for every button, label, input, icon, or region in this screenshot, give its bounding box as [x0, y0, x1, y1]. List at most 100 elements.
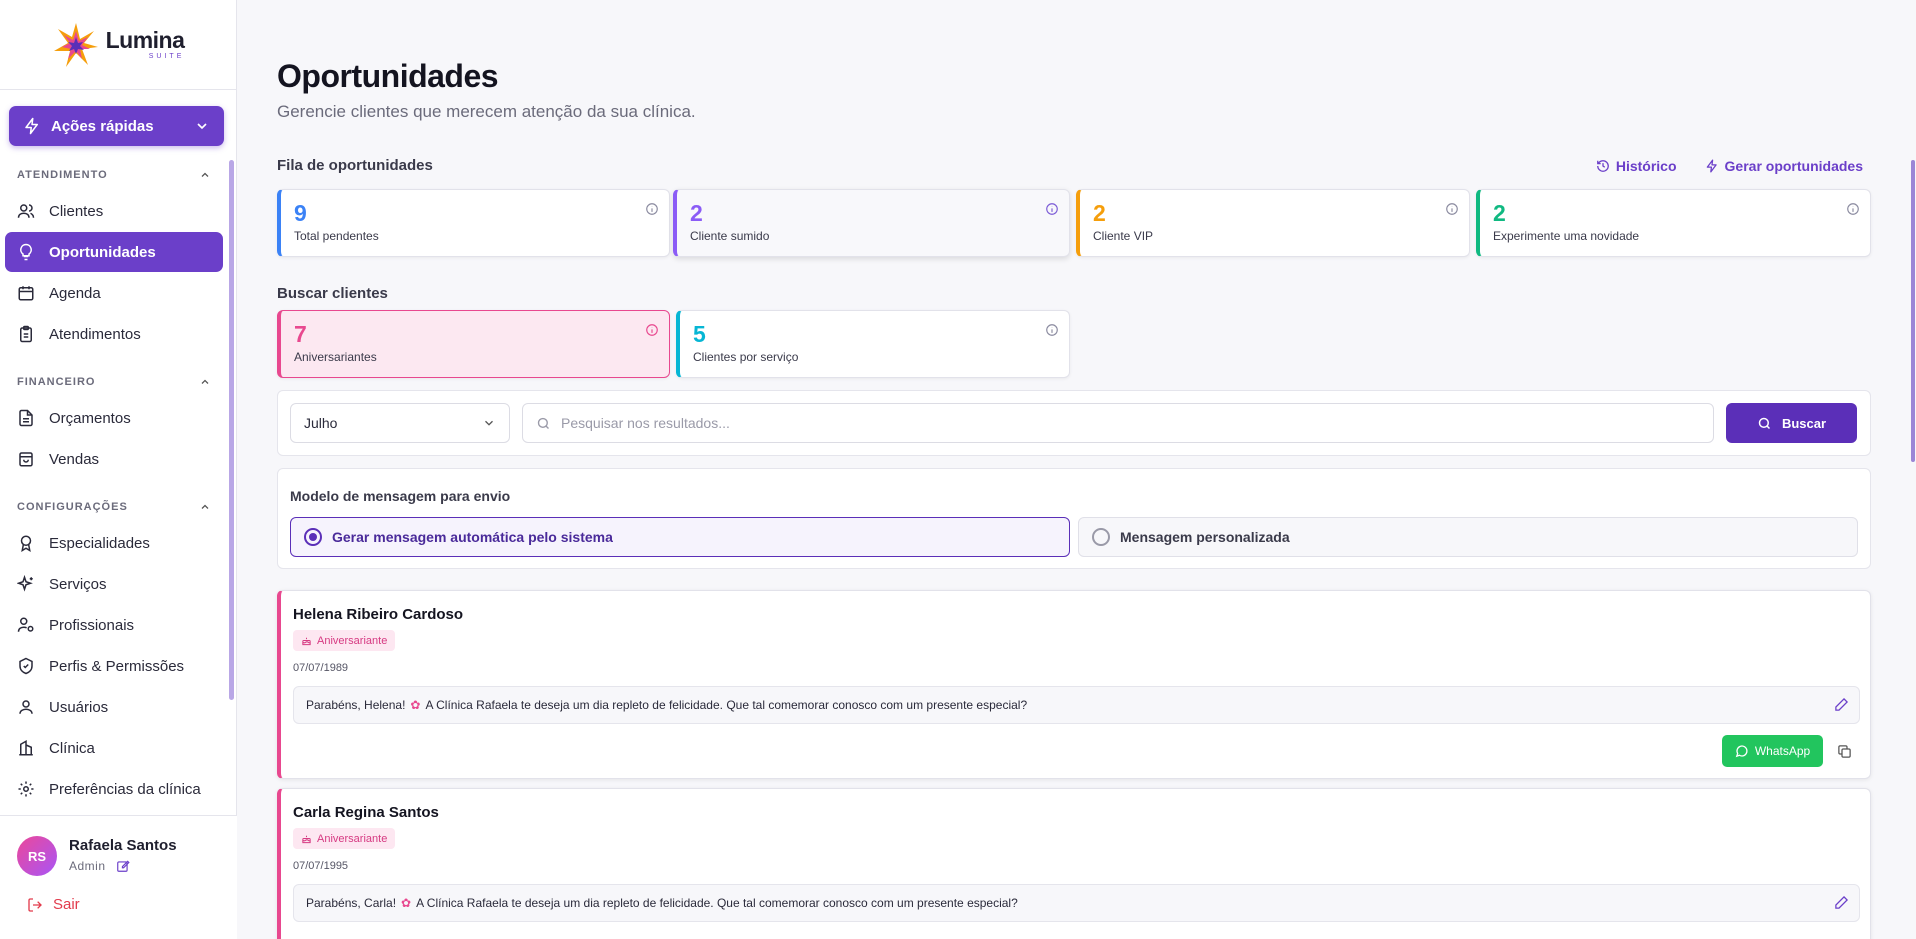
sidebar-item-label: Especialidades	[49, 534, 150, 552]
client-card: Carla Regina Santos Aniversariante 07/07…	[277, 788, 1871, 939]
stat-value: 2	[1093, 200, 1106, 226]
search-clients-label: Buscar clientes	[277, 285, 388, 302]
sidebar-item-perfis[interactable]: Perfis & Permissões	[5, 646, 223, 686]
sidebar-nav: ATENDIMENTO Clientes Oportunidades Agend…	[0, 160, 228, 815]
cake-icon	[302, 637, 311, 646]
sidebar-item-clinica[interactable]: Clínica	[5, 728, 223, 768]
shopping-bag-icon	[19, 452, 33, 467]
logout-button[interactable]: Sair	[27, 896, 80, 913]
sidebar-item-especialidades[interactable]: Especialidades	[5, 523, 223, 563]
sidebar-item-label: Agenda	[49, 284, 101, 302]
sidebar-item-oportunidades[interactable]: Oportunidades	[5, 232, 223, 272]
client-birthdate: 07/07/1995	[293, 860, 349, 872]
birthday-badge: Aniversariante	[293, 828, 396, 849]
stat-value: 5	[693, 321, 706, 347]
sidebar-item-label: Perfis & Permissões	[49, 657, 185, 675]
sidebar-item-vendas[interactable]: Vendas	[5, 439, 223, 479]
edit-message-icon[interactable]	[1834, 697, 1849, 712]
stat-value: 9	[294, 200, 307, 226]
whatsapp-icon	[1735, 745, 1748, 758]
sidebar: Lumina SUITE Ações rápidas ATENDIMENTO C…	[0, 0, 237, 939]
stat-cliente-sumido[interactable]: 2 Cliente sumido	[673, 189, 1070, 257]
message-body: A Clínica Rafaela te deseja um dia reple…	[416, 896, 1018, 910]
client-name: Carla Regina Santos	[293, 804, 439, 821]
info-icon[interactable]	[645, 202, 659, 216]
sidebar-item-label: Vendas	[49, 450, 100, 468]
sidebar-item-atendimentos[interactable]: Atendimentos	[5, 314, 223, 354]
sidebar-item-clientes[interactable]: Clientes	[5, 191, 223, 231]
sidebar-item-agenda[interactable]: Agenda	[5, 273, 223, 313]
message-body: A Clínica Rafaela te deseja um dia reple…	[425, 698, 1028, 712]
stat-experimente-novidade[interactable]: 2 Experimente uma novidade	[1476, 189, 1871, 257]
client-card: Helena Ribeiro Cardoso Aniversariante 07…	[277, 590, 1871, 779]
user-role-row: Admin	[69, 859, 130, 873]
sidebar-item-servicos[interactable]: Serviços	[5, 564, 223, 604]
option-auto-message[interactable]: Gerar mensagem automática pelo sistema	[290, 517, 1070, 557]
stat-total-pendentes[interactable]: 9 Total pendentes	[277, 189, 670, 257]
sidebar-item-preferencias[interactable]: Preferências da clínica	[5, 769, 223, 809]
chevron-down-icon	[485, 420, 493, 426]
stat-clientes-por-servico[interactable]: 5 Clientes por serviço	[676, 310, 1070, 378]
main-content: Oportunidades Gerencie clientes que mere…	[277, 0, 1871, 939]
client-message: Parabéns, Helena! ✿ A Clínica Rafaela te…	[293, 686, 1860, 724]
user-cog-icon	[17, 617, 34, 632]
avatar[interactable]: RS	[17, 836, 57, 876]
brand-sub: SUITE	[148, 53, 185, 60]
message-model-card: Modelo de mensagem para envio Gerar mens…	[277, 468, 1871, 569]
sidebar-item-label: Usuários	[49, 698, 109, 716]
info-icon[interactable]	[1445, 202, 1459, 216]
sidebar-item-profissionais[interactable]: Profissionais	[5, 605, 223, 645]
sidebar-item-label: Profissionais	[49, 616, 135, 634]
sidebar-scrollbar[interactable]	[229, 160, 234, 700]
section-title: FINANCEIRO	[17, 376, 96, 388]
info-icon[interactable]	[1045, 323, 1059, 337]
whatsapp-label: WhatsApp	[1754, 744, 1811, 758]
section-atendimento[interactable]: ATENDIMENTO	[0, 160, 228, 190]
queue-label: Fila de oportunidades	[277, 157, 433, 174]
user-role: Admin	[69, 859, 106, 873]
badge-label: Aniversariante	[317, 634, 388, 647]
info-icon[interactable]	[1045, 202, 1059, 216]
shield-check-icon	[19, 657, 33, 675]
chevron-up-icon	[201, 379, 209, 384]
chevron-up-icon	[201, 172, 209, 177]
client-message: Parabéns, Carla! ✿ A Clínica Rafaela te …	[293, 884, 1860, 922]
sidebar-item-usuarios[interactable]: Usuários	[5, 687, 223, 727]
message-model-title: Modelo de mensagem para envio	[290, 488, 511, 504]
search-button[interactable]: Buscar	[1726, 403, 1857, 443]
option-custom-message[interactable]: Mensagem personalizada	[1078, 517, 1858, 557]
quick-actions-label: Ações rápidas	[51, 117, 154, 135]
stat-value: 2	[690, 200, 703, 226]
info-icon[interactable]	[645, 323, 659, 337]
stat-aniversariantes[interactable]: 7 Aniversariantes	[277, 310, 670, 378]
search-icon	[537, 417, 549, 429]
info-icon[interactable]	[1846, 202, 1860, 216]
copy-icon[interactable]	[1837, 744, 1852, 759]
search-icon	[1758, 417, 1770, 429]
month-select-value: Julho	[304, 415, 338, 431]
whatsapp-button[interactable]: WhatsApp	[1722, 735, 1823, 767]
section-configuracoes[interactable]: CONFIGURAÇÕES	[0, 492, 228, 522]
stat-label: Cliente VIP	[1093, 229, 1154, 243]
badge-label: Aniversariante	[317, 832, 388, 845]
stat-value: 7	[294, 321, 307, 347]
search-input[interactable]	[561, 415, 1700, 431]
edit-profile-icon[interactable]	[116, 859, 130, 873]
edit-message-icon[interactable]	[1834, 895, 1849, 910]
brand-logo[interactable]: Lumina SUITE	[0, 0, 236, 90]
message-greeting: Parabéns, Helena!	[306, 698, 406, 712]
search-card: Julho Buscar	[277, 390, 1871, 456]
section-financeiro[interactable]: FINANCEIRO	[0, 367, 228, 397]
history-link[interactable]: Histórico	[1596, 158, 1677, 174]
sidebar-item-label: Preferências da clínica	[49, 780, 201, 798]
quick-actions-button[interactable]: Ações rápidas	[9, 106, 224, 146]
sparkles-icon	[17, 575, 33, 592]
main-scrollbar[interactable]	[1911, 160, 1915, 462]
month-select[interactable]: Julho	[290, 403, 510, 443]
client-birthdate: 07/07/1989	[293, 662, 349, 674]
sidebar-item-orcamentos[interactable]: Orçamentos	[5, 398, 223, 438]
chevron-up-icon	[201, 504, 209, 509]
user-panel: RS Rafaela Santos Admin Sair	[0, 815, 237, 939]
generate-opportunities-link[interactable]: Gerar oportunidades	[1705, 158, 1863, 174]
stat-cliente-vip[interactable]: 2 Cliente VIP	[1076, 189, 1470, 257]
